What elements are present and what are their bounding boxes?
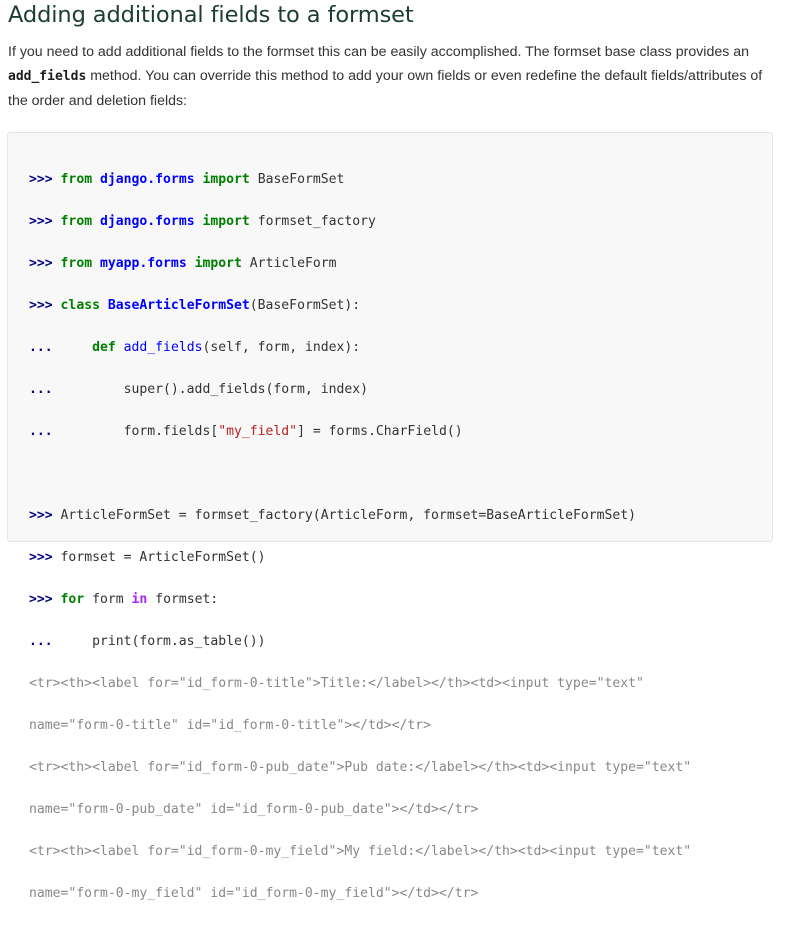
- output-line: name="form-0-my_field" id="id_form-0-my_…: [29, 886, 479, 901]
- class-name: BaseArticleFormSet: [107, 298, 250, 313]
- code-line: ... form.fields["my_field"] = forms.Char…: [29, 421, 691, 442]
- code-line: ... super().add_fields(form, index): [29, 379, 691, 400]
- code-line: >>> from django.forms import formset_fac…: [29, 211, 691, 232]
- prompt: >>>: [29, 592, 53, 607]
- output-line: <tr><th><label for="id_form-0-my_field">…: [29, 844, 692, 859]
- prompt: ...: [29, 424, 53, 439]
- identifier: BaseFormSet: [257, 172, 345, 187]
- string-literal: "my_field": [218, 424, 298, 439]
- function-name: add_fields: [123, 340, 203, 355]
- prompt: >>>: [29, 298, 53, 313]
- section-heading: Adding additional fields to a formset: [8, 2, 414, 28]
- keyword: def: [92, 340, 116, 355]
- code-line: >>> for form in formset:: [29, 589, 691, 610]
- module-name: myapp.forms: [99, 256, 187, 271]
- keyword: from: [60, 214, 93, 229]
- code-text: formset = ArticleFormSet(): [60, 550, 266, 565]
- keyword: import: [194, 256, 242, 271]
- code-line: >>> from django.forms import BaseFormSet: [29, 169, 691, 190]
- code-line: ... def add_fields(self, form, index):: [29, 337, 691, 358]
- code-line: >>> from myapp.forms import ArticleForm: [29, 253, 691, 274]
- output-line: <tr><th><label for="id_form-0-title">Tit…: [29, 676, 644, 691]
- identifier: formset_factory: [257, 214, 376, 229]
- intro-text-1: If you need to add additional fields to …: [8, 44, 750, 60]
- identifier: ArticleForm: [249, 256, 337, 271]
- keyword: from: [60, 256, 93, 271]
- code-text: print(form.as_table()): [60, 634, 266, 649]
- keyword: in: [131, 592, 148, 607]
- code-text: form.fields[: [60, 424, 219, 439]
- prompt: ...: [29, 382, 53, 397]
- prompt: >>>: [29, 550, 53, 565]
- keyword: from: [60, 172, 93, 187]
- intro-paragraph: If you need to add additional fields to …: [8, 40, 778, 113]
- code-text: form: [84, 592, 132, 607]
- prompt: >>>: [29, 256, 53, 271]
- keyword: for: [60, 592, 85, 607]
- code-text: ] = forms.CharField(): [297, 424, 463, 439]
- keyword: import: [202, 172, 250, 187]
- code-listing: >>> from django.forms import BaseFormSet…: [29, 148, 691, 925]
- output-line: <tr><th><label for="id_form-0-pub_date">…: [29, 760, 692, 775]
- prompt: >>>: [29, 172, 53, 187]
- code-text: (self, form, index):: [202, 340, 361, 355]
- code-text: ArticleFormSet = formset_factory(Article…: [60, 508, 637, 523]
- code-line: >>> formset = ArticleFormSet(): [29, 547, 691, 568]
- prompt: >>>: [29, 508, 53, 523]
- code-text: formset:: [147, 592, 219, 607]
- prompt: ...: [29, 340, 53, 355]
- module-name: django.forms: [99, 172, 195, 187]
- intro-text-2: method. You can override this method to …: [8, 68, 763, 109]
- code-block: >>> from django.forms import BaseFormSet…: [7, 132, 773, 901]
- code-line: >>> ArticleFormSet = formset_factory(Art…: [29, 505, 691, 526]
- keyword: class: [60, 298, 100, 313]
- code-text: (BaseFormSet):: [249, 298, 361, 313]
- code-text: super().add_fields(form, index): [60, 382, 368, 397]
- code-line: ... print(form.as_table()): [29, 631, 691, 652]
- add-fields-method: add_fields: [8, 69, 87, 84]
- prompt: ...: [29, 634, 53, 649]
- keyword: import: [202, 214, 250, 229]
- code-line: >>> class BaseArticleFormSet(BaseFormSet…: [29, 295, 691, 316]
- prompt: >>>: [29, 214, 53, 229]
- module-name: django.forms: [99, 214, 195, 229]
- output-line: name="form-0-title" id="id_form-0-title"…: [29, 718, 432, 733]
- output-line: name="form-0-pub_date" id="id_form-0-pub…: [29, 802, 479, 817]
